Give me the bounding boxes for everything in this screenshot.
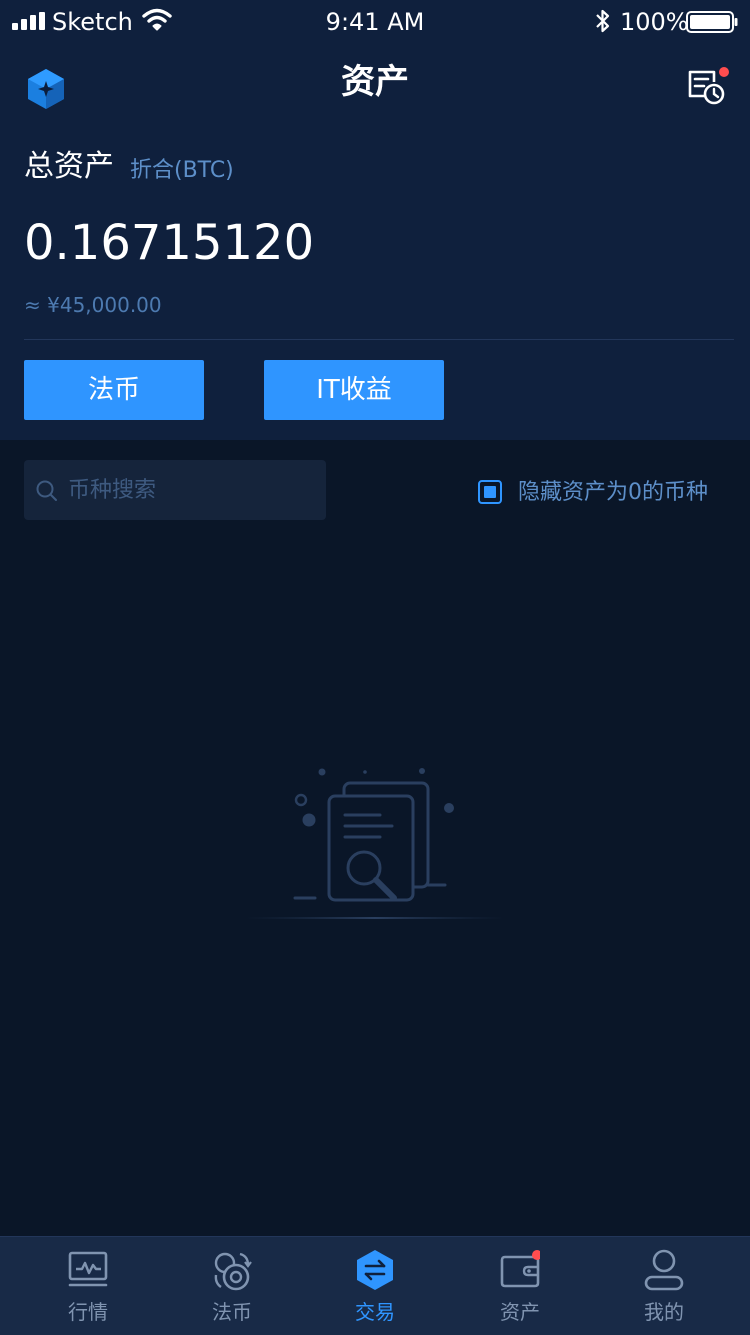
tab-label: 资产 [500,1300,540,1324]
tab-trade[interactable]: 交易 [300,1237,450,1335]
notification-dot [719,67,729,77]
tab-label: 行情 [68,1300,108,1324]
fiat-exchange-icon [214,1252,252,1291]
battery-percent: 100% [620,8,689,36]
bluetooth-icon [596,9,610,33]
tab-label: 我的 [644,1300,684,1324]
tab-label: 法币 [212,1300,252,1324]
total-assets-value: 0.16715120 [24,215,315,271]
it-earnings-button[interactable]: IT收益 [264,360,444,420]
hide-zero-checkbox[interactable] [478,480,502,504]
status-bar: Sketch 9:41 AM 100% [0,0,750,44]
wallet-icon [500,1250,540,1288]
search-input[interactable] [68,460,318,520]
btc-unit-label: 折合(BTC) [130,158,234,183]
fiat-button[interactable]: 法币 [24,360,204,420]
battery-icon [686,11,738,33]
tab-label: 交易 [355,1300,395,1324]
market-chart-icon [68,1251,108,1287]
divider [24,339,734,340]
hide-zero-label: 隐藏资产为0的币种 [518,480,708,505]
tab-market[interactable]: 行情 [13,1237,163,1335]
trade-hexagon-icon [357,1250,393,1290]
page-title: 资产 [341,62,409,102]
tab-bar: 行情 法币 交易 资产 我的 [0,1236,750,1335]
cny-equivalent: ≈ ¥45,000.00 [24,293,162,317]
record-clock-icon[interactable] [684,66,732,110]
tab-fiat[interactable]: 法币 [157,1237,307,1335]
tab-profile[interactable]: 我的 [589,1237,739,1335]
tab-assets[interactable]: 资产 [445,1237,595,1335]
coin-search-box[interactable] [24,460,326,520]
search-icon [36,480,57,501]
empty-state-icon [245,768,505,919]
notification-dot [532,1250,540,1260]
total-assets-label: 总资产 [24,149,114,184]
user-icon [644,1249,684,1291]
